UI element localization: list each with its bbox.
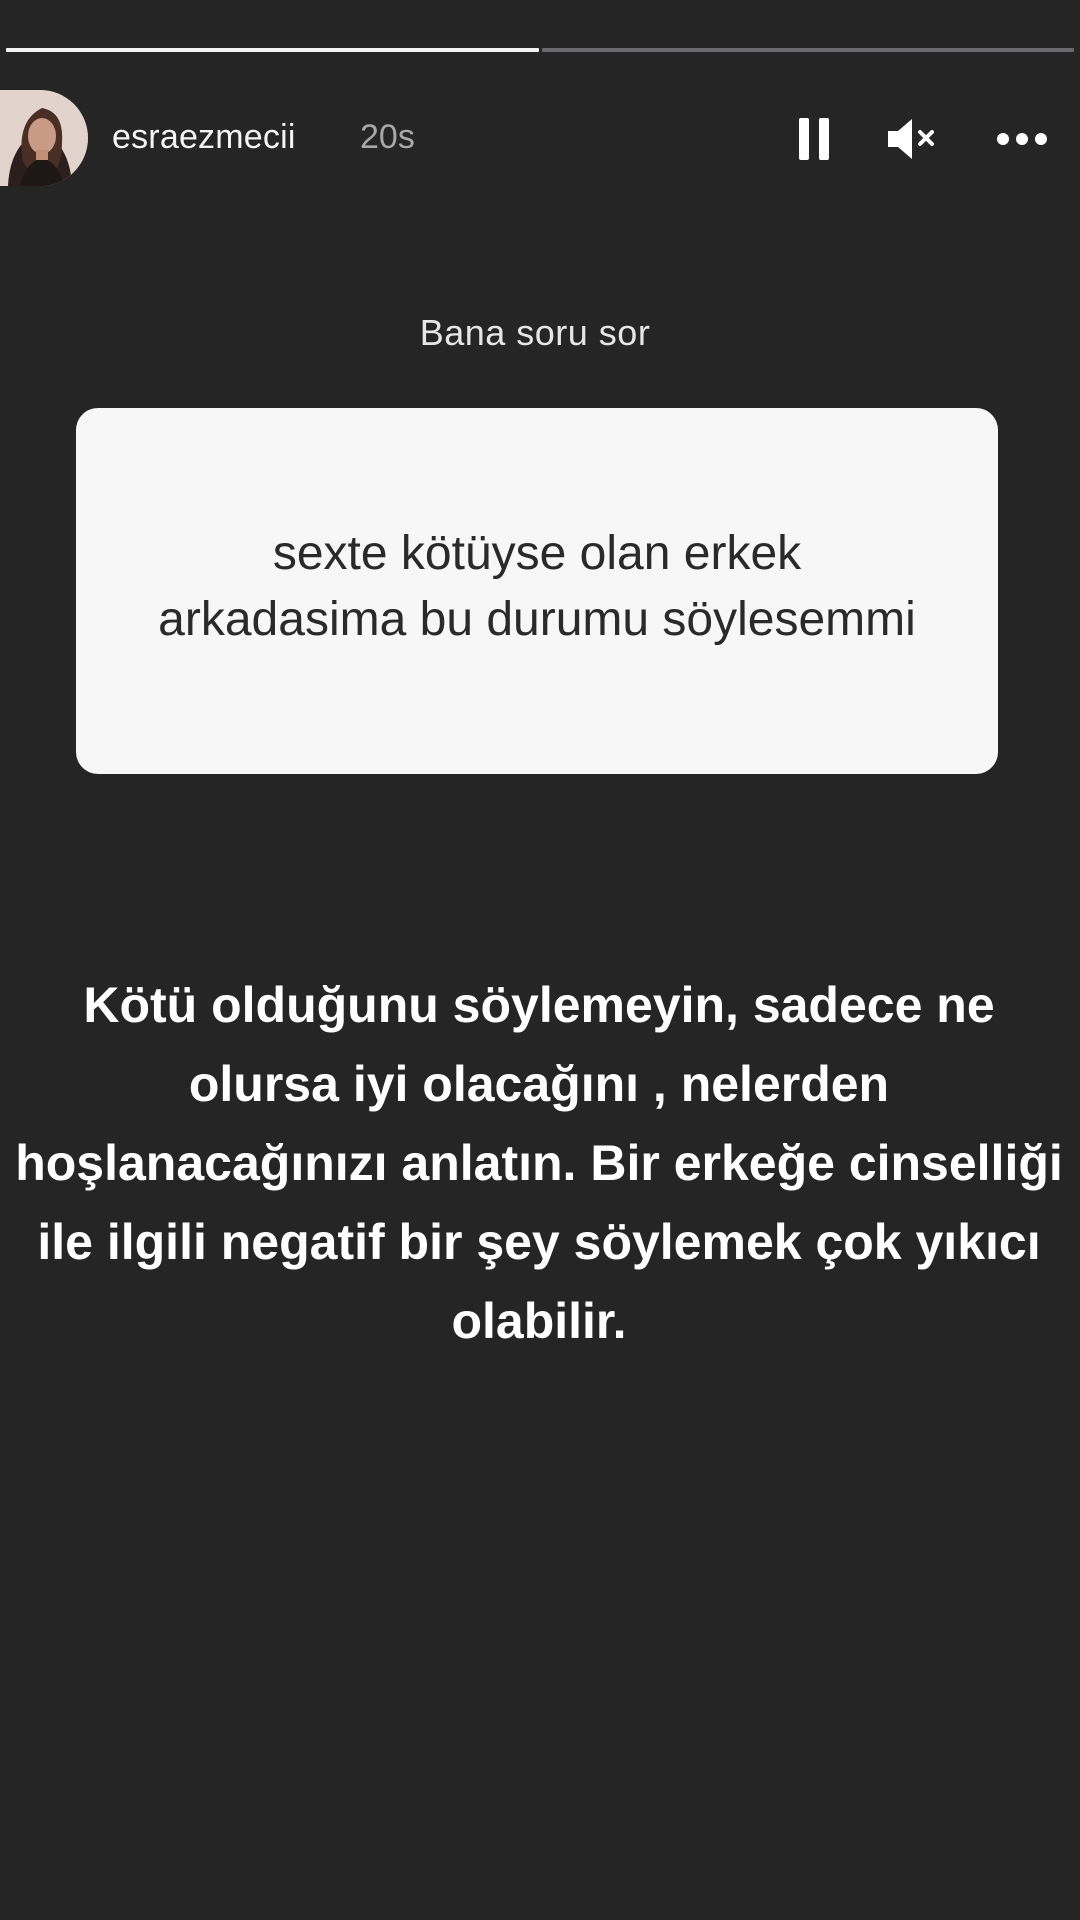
pause-button[interactable] <box>786 112 842 166</box>
story-viewer[interactable]: esraezmecii 20s Bana soru sor sexte kötü… <box>0 0 1080 1920</box>
profile-photo-icon <box>0 90 88 186</box>
question-text: sexte kötüyse olan erkek arkadasima bu d… <box>158 527 916 646</box>
avatar[interactable] <box>0 90 88 186</box>
progress-segment-completed <box>6 48 539 52</box>
story-progress-bar <box>6 48 1074 52</box>
mute-button[interactable] <box>884 112 940 166</box>
question-sticker-card: sexte kötüyse olan erkek arkadasima bu d… <box>76 408 998 774</box>
username[interactable]: esraezmecii <box>112 118 296 157</box>
answer-text: Kötü olduğunu söylemeyin, sadece ne olur… <box>15 977 1063 1349</box>
pause-icon <box>799 118 829 160</box>
progress-segment-remaining <box>541 48 1074 52</box>
more-options-button[interactable] <box>994 112 1050 166</box>
mute-icon <box>888 119 934 159</box>
story-header: esraezmecii 20s <box>0 88 1080 188</box>
more-options-icon <box>997 133 1047 145</box>
story-timestamp: 20s <box>360 118 415 156</box>
question-sticker-label: Bana soru sor <box>419 312 651 353</box>
